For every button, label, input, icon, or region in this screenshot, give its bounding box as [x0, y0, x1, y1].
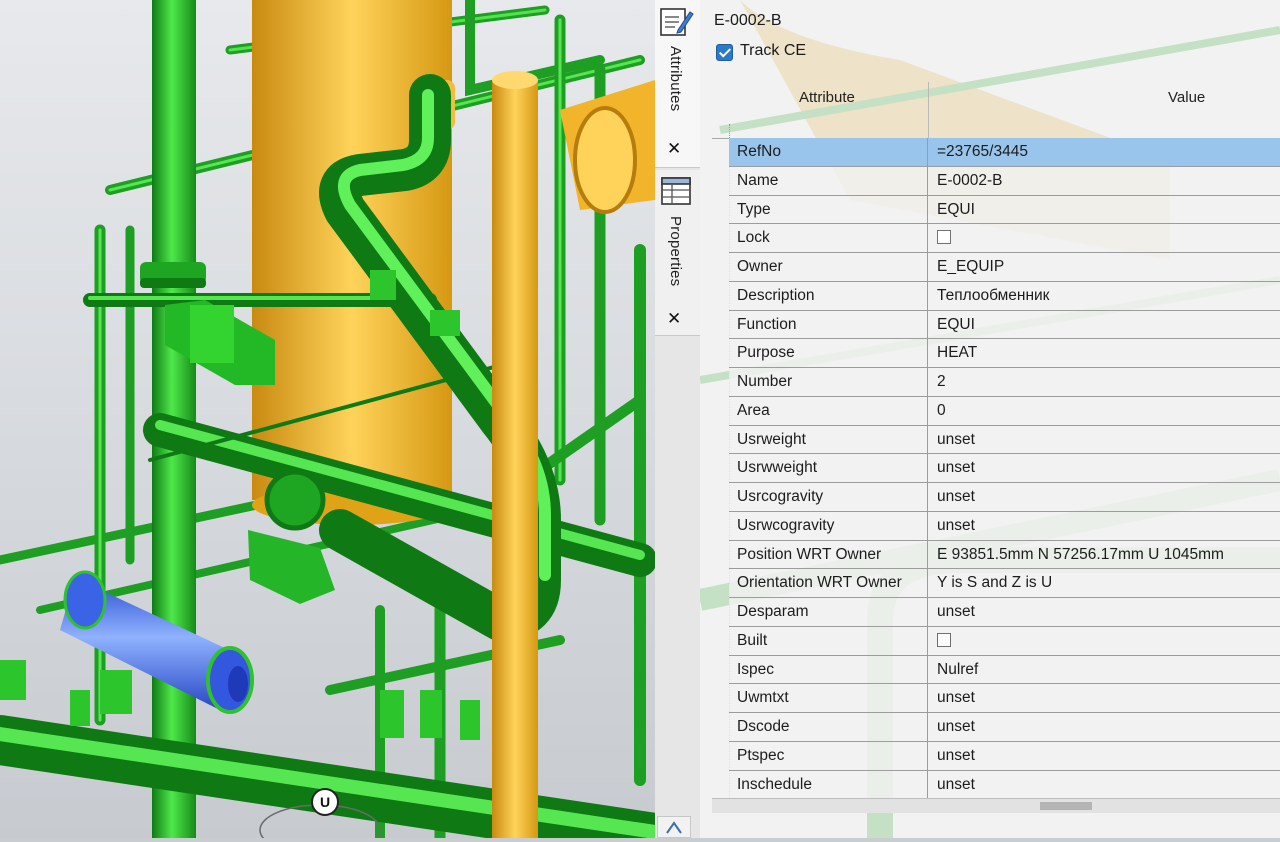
tab-attributes[interactable]: Attributes ✕ — [655, 0, 700, 168]
attribute-value-cell[interactable]: Y is S and Z is U — [929, 569, 1280, 597]
attribute-value-cell[interactable]: unset — [929, 512, 1280, 540]
attribute-name-cell: Number — [729, 368, 928, 396]
horizontal-scrollbar[interactable] — [712, 798, 1280, 813]
close-icon[interactable]: ✕ — [667, 140, 681, 157]
table-row[interactable]: Position WRT Owner E 93851.5mm N 57256.17… — [729, 540, 1280, 570]
scrollbar-thumb[interactable] — [1040, 802, 1092, 810]
row-gutter — [712, 124, 730, 798]
attribute-name-cell: Description — [729, 281, 928, 310]
dock-tab-strip: Attributes ✕ Properties ✕ — [655, 0, 701, 838]
attributes-panel: E-0002-B Track CE Attribute Value RefNo =… — [700, 0, 1280, 838]
attribute-value-cell[interactable]: unset — [929, 426, 1280, 454]
table-row[interactable]: Built — [729, 626, 1280, 656]
column-header-attribute[interactable]: Attribute — [799, 89, 855, 106]
attribute-name-cell: Purpose — [729, 339, 928, 367]
properties-grid-icon — [661, 177, 691, 205]
table-row[interactable]: Desparam unset — [729, 598, 1280, 627]
table-row[interactable]: Name E-0002-B — [729, 166, 1280, 196]
attribute-name-cell: Ispec — [729, 655, 928, 684]
table-row[interactable]: Lock — [729, 224, 1280, 253]
attribute-value-cell[interactable]: unset — [929, 684, 1280, 712]
attribute-name-cell: Name — [729, 166, 928, 195]
column-header-value[interactable]: Value — [1168, 89, 1205, 106]
attribute-value-cell[interactable]: E 93851.5mm N 57256.17mm U 1045mm — [929, 541, 1280, 569]
attribute-name-cell: Function — [729, 310, 928, 339]
attribute-name-cell: Dscode — [729, 713, 928, 741]
table-row[interactable]: Type EQUI — [729, 195, 1280, 225]
table-row[interactable]: RefNo =23765/3445 — [729, 138, 1280, 167]
attribute-name-cell: Uwmtxt — [729, 684, 928, 712]
attribute-value-cell[interactable]: Теплообменник — [929, 282, 1280, 310]
track-ce-checkbox[interactable] — [716, 44, 733, 61]
attribute-name-cell: Usrcogravity — [729, 483, 928, 511]
plant-model-scene[interactable] — [0, 0, 655, 838]
grid-header: Attribute Value — [712, 82, 1280, 139]
close-icon[interactable]: ✕ — [667, 310, 681, 327]
table-row[interactable]: Owner E_EQUIP — [729, 253, 1280, 282]
attribute-name-cell: Orientation WRT Owner — [729, 569, 928, 597]
table-row[interactable]: Dscode unset — [729, 713, 1280, 742]
table-row[interactable]: Purpose HEAT — [729, 339, 1280, 368]
table-row[interactable]: Number 2 — [729, 368, 1280, 397]
tab-properties[interactable]: Properties ✕ — [655, 170, 700, 336]
track-ce-label: Track CE — [740, 42, 807, 59]
attribute-name-cell: Usrweight — [729, 425, 928, 454]
chevron-up-icon — [666, 821, 682, 834]
attribute-value-cell[interactable]: Nulref — [929, 656, 1280, 684]
attribute-value-cell[interactable] — [929, 224, 1280, 252]
attribute-value-cell[interactable]: unset — [929, 598, 1280, 626]
bottom-panel-tab[interactable] — [657, 816, 691, 838]
attribute-name-cell: RefNo — [729, 138, 928, 166]
table-row[interactable]: Description Теплообменник — [729, 281, 1280, 311]
edit-attributes-icon — [660, 8, 694, 36]
table-row[interactable]: Usrwcogravity unset — [729, 511, 1280, 541]
attribute-name-cell: Inschedule — [729, 770, 928, 799]
column-divider[interactable] — [928, 82, 929, 138]
compass-up-label: U — [319, 794, 331, 810]
attribute-value-cell[interactable]: E-0002-B — [929, 167, 1280, 195]
attribute-value-cell[interactable]: 0 — [929, 397, 1280, 425]
attribute-name-cell: Built — [729, 626, 928, 655]
attribute-name-cell: Owner — [729, 253, 928, 281]
attribute-name-cell: Lock — [729, 224, 928, 252]
value-checkbox[interactable] — [937, 632, 951, 647]
yellow-exchanger — [560, 80, 655, 214]
yellow-vertical-pipe — [492, 71, 538, 838]
attribute-value-cell[interactable]: unset — [929, 742, 1280, 770]
attribute-name-cell: Type — [729, 195, 928, 224]
table-row[interactable]: Uwmtxt unset — [729, 684, 1280, 713]
attribute-name-cell: Position WRT Owner — [729, 540, 928, 569]
attribute-value-cell[interactable]: unset — [929, 771, 1280, 799]
attribute-name-cell: Desparam — [729, 598, 928, 626]
attribute-value-cell[interactable]: HEAT — [929, 339, 1280, 367]
table-row[interactable]: Usrweight unset — [729, 425, 1280, 455]
attribute-name-cell: Ptspec — [729, 741, 928, 770]
attribute-grid: RefNo =23765/3445 Name E-0002-B Type EQUI Lock… — [729, 138, 1280, 800]
tab-attributes-label: Attributes — [667, 46, 684, 112]
table-row[interactable]: Area 0 — [729, 396, 1280, 426]
value-checkbox[interactable] — [937, 230, 951, 245]
current-element-name: E-0002-B — [714, 12, 782, 29]
table-row[interactable]: Ptspec unset — [729, 741, 1280, 771]
attribute-value-cell[interactable]: E_EQUIP — [929, 253, 1280, 281]
table-row[interactable]: Inschedule unset — [729, 770, 1280, 800]
attribute-name-cell: Usrwcogravity — [729, 511, 928, 540]
attribute-value-cell[interactable]: unset — [929, 713, 1280, 741]
attribute-value-cell[interactable]: =23765/3445 — [929, 138, 1280, 166]
attribute-name-cell: Area — [729, 396, 928, 425]
attribute-value-cell[interactable]: EQUI — [929, 196, 1280, 224]
3d-viewport[interactable]: U — [0, 0, 655, 838]
table-row[interactable]: Ispec Nulref — [729, 655, 1280, 685]
attribute-name-cell: Usrwweight — [729, 454, 928, 482]
table-row[interactable]: Usrwweight unset — [729, 454, 1280, 483]
attribute-value-cell[interactable]: unset — [929, 454, 1280, 482]
attribute-value-cell[interactable]: 2 — [929, 368, 1280, 396]
table-row[interactable]: Function EQUI — [729, 310, 1280, 340]
attribute-value-cell[interactable]: unset — [929, 483, 1280, 511]
tab-properties-label: Properties — [667, 216, 684, 287]
attribute-value-cell[interactable]: EQUI — [929, 311, 1280, 339]
table-row[interactable]: Orientation WRT Owner Y is S and Z is U — [729, 569, 1280, 598]
table-row[interactable]: Usrcogravity unset — [729, 483, 1280, 512]
attribute-value-cell[interactable] — [929, 627, 1280, 655]
